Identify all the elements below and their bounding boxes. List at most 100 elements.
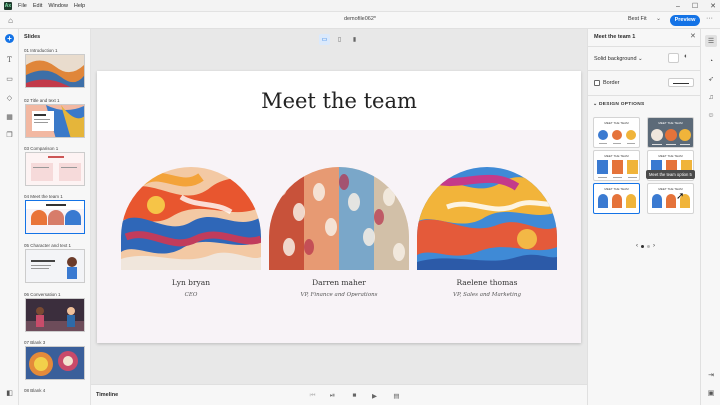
canvas-area: ▭ ▯ ▮ Meet the team Lyn bryan CEO Darren… — [91, 29, 587, 384]
team-photo-3[interactable] — [417, 167, 557, 270]
timeline-label[interactable]: Timeline — [96, 392, 118, 398]
view-mode-bar: ▭ ▯ ▮ — [319, 34, 360, 45]
design-option-2[interactable]: MEET THE TEAM — [647, 117, 694, 148]
border-checkbox[interactable] — [594, 80, 600, 86]
background-label: Solid background — [594, 56, 637, 62]
properties-icon[interactable]: ☰ — [705, 35, 717, 47]
menu-window[interactable]: Window — [48, 3, 68, 9]
title-bar: Ax File Edit Window Help – ☐ ✕ — [0, 0, 720, 12]
shapes-icon[interactable]: ◇ — [4, 92, 15, 103]
divider — [588, 70, 701, 71]
color-wheel-icon[interactable]: ◐ — [684, 53, 688, 60]
add-icon[interactable]: + — [5, 34, 14, 43]
mouse-cursor-icon: ➚ — [676, 191, 685, 202]
maximize-button[interactable]: ☐ — [692, 2, 698, 10]
slide-thumb-8[interactable]: 08 Blank 4 — [24, 388, 86, 394]
divider — [588, 46, 701, 47]
window-controls: – ☐ ✕ — [676, 0, 716, 12]
slide-canvas[interactable]: Meet the team Lyn bryan CEO Darren maher… — [97, 71, 581, 343]
slide-thumb-3[interactable]: 03 Comparison 1 — [24, 146, 86, 186]
zoom-select[interactable]: Best Fit — [628, 16, 647, 22]
slide-label: 08 Blank 4 — [24, 388, 46, 393]
close-icon[interactable]: ✕ — [690, 32, 696, 40]
pager-next-icon[interactable]: › — [653, 243, 655, 249]
slide-thumb-6[interactable]: 06 Conversation 1 — [24, 292, 86, 332]
slide-thumbnail — [25, 346, 85, 380]
slide-thumbnail — [25, 104, 85, 138]
pager-prev-icon[interactable]: ‹ — [636, 243, 638, 249]
tablet-view-icon[interactable]: ▯ — [334, 34, 345, 45]
left-tool-rail: + T ▭ ◇ ▦ ❐ ◧ — [0, 29, 19, 405]
design-option-3[interactable]: MEET THE TEAM — [593, 150, 640, 181]
properties-panel: Meet the team 1 ✕ Solid background ⌄ ◐ B… — [587, 29, 701, 405]
design-option-5[interactable]: MEET THE TEAM — [593, 183, 640, 214]
member-name-2[interactable]: Darren maher — [269, 278, 409, 287]
preview-button[interactable]: Preview — [670, 14, 700, 26]
mobile-view-icon[interactable]: ▮ — [349, 34, 360, 45]
chevron-down-icon[interactable]: ⌄ — [656, 15, 661, 22]
team-photo-2[interactable] — [269, 167, 409, 270]
slide-title[interactable]: Meet the team — [97, 89, 581, 113]
more-options-icon[interactable]: ··· — [704, 15, 715, 26]
slides-panel-title: Slides — [24, 34, 41, 40]
document-name: demofile062* — [343, 16, 377, 22]
theme-icon[interactable]: ◔ — [705, 55, 717, 67]
character-icon[interactable]: ☺ — [705, 109, 717, 121]
member-role-1[interactable]: CEO — [121, 292, 261, 298]
desktop-view-icon[interactable]: ▭ — [319, 34, 330, 45]
member-name-3[interactable]: Raelene thomas — [417, 278, 557, 287]
slide-thumbnail — [25, 298, 85, 332]
slide-thumb-4[interactable]: 04 Meet the team 1 — [24, 194, 86, 234]
slide-thumb-5[interactable]: 05 Character and text 1 — [24, 243, 86, 283]
member-name-1[interactable]: Lyn bryan — [121, 278, 261, 287]
pager-dot[interactable] — [641, 244, 644, 248]
menu-bar: File Edit Window Help — [18, 3, 85, 9]
menu-help[interactable]: Help — [74, 3, 85, 9]
member-role-2[interactable]: VP, Finance and Operations — [269, 292, 409, 298]
design-option-tooltip: Meet the team option 5 — [646, 170, 695, 179]
screen-icon[interactable]: ▣ — [705, 387, 717, 399]
panel-title: Meet the team 1 — [594, 34, 636, 40]
pager-dot[interactable] — [647, 244, 650, 248]
right-tool-rail: ☰ ◔ ➶ ♫ ☺ ⇥ ▣ — [700, 29, 720, 405]
slides-panel: Slides 01 Introduction 1 02 Title and te… — [19, 29, 91, 405]
media-icon[interactable]: ▭ — [4, 73, 15, 84]
member-role-3[interactable]: VP, Sales and Marketing — [417, 292, 557, 298]
design-option-6[interactable]: MEET THE TEAM — [647, 183, 694, 214]
slide-thumb-2[interactable]: 02 Title and text 1 — [24, 98, 86, 138]
text-icon[interactable]: T — [4, 54, 15, 65]
border-style-select[interactable] — [668, 78, 694, 87]
design-options-label: DESIGN OPTIONS — [598, 102, 645, 107]
animation-icon[interactable]: ➶ — [705, 73, 717, 85]
step-icon[interactable]: ⏯ — [327, 390, 338, 401]
design-options-header[interactable]: ⌄ DESIGN OPTIONS — [593, 102, 644, 107]
slide-thumbnail — [25, 54, 85, 88]
menu-edit[interactable]: Edit — [33, 3, 42, 9]
music-icon[interactable]: ♫ — [705, 91, 717, 103]
background-color-swatch[interactable] — [668, 53, 679, 63]
captions-icon[interactable]: ▤ — [391, 390, 402, 401]
top-toolbar: ⌂ demofile062* Best Fit ⌄ Preview ··· — [0, 12, 720, 29]
stop-icon[interactable]: ■ — [349, 390, 360, 401]
menu-file[interactable]: File — [18, 3, 27, 9]
skip-back-icon[interactable]: ⏮ — [307, 390, 318, 401]
border-label: Border — [603, 80, 620, 86]
design-options-pager: ‹ › — [636, 243, 655, 249]
play-icon[interactable]: ▶ — [369, 390, 380, 401]
design-option-1[interactable]: MEET THE TEAM — [593, 117, 640, 148]
timeline-bar: Timeline ⏮ ⏯ ■ ▶ ▤ — [91, 384, 587, 405]
grid-icon[interactable]: ▦ — [4, 111, 15, 122]
slide-thumbnail — [25, 249, 85, 283]
layers-icon[interactable]: ❐ — [4, 129, 15, 140]
slide-thumbnail-selected — [25, 200, 85, 234]
collapse-panel-icon[interactable]: ⇥ — [705, 369, 717, 381]
app-logo: Ax — [4, 1, 12, 10]
slide-thumb-1[interactable]: 01 Introduction 1 — [24, 48, 86, 88]
close-window-button[interactable]: ✕ — [710, 2, 716, 10]
minimize-button[interactable]: – — [676, 3, 680, 10]
panel-toggle-icon[interactable]: ◧ — [4, 387, 15, 398]
slide-thumbnail — [25, 152, 85, 186]
team-photo-1[interactable] — [121, 167, 261, 270]
slide-thumb-7[interactable]: 07 Blank 3 — [24, 340, 86, 380]
background-select[interactable]: Solid background ⌄ — [594, 56, 643, 62]
